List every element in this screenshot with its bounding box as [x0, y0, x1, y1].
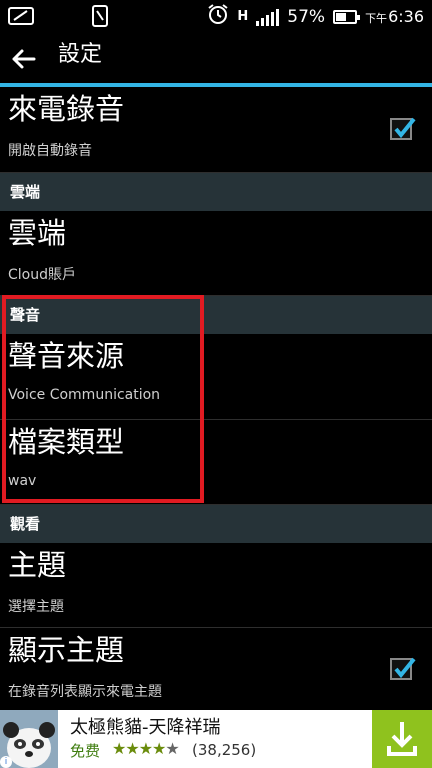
signal-icon — [256, 8, 280, 26]
clock-ampm: 下午 — [365, 12, 388, 25]
panda-app-icon: i — [0, 710, 58, 768]
download-icon — [372, 722, 432, 768]
setting-auto-record[interactable]: 來電錄音 開啟自動錄音 — [0, 87, 432, 173]
phone-icon — [92, 5, 108, 31]
setting-subtitle: 選擇主題 — [8, 599, 64, 615]
tablet-icon — [8, 7, 34, 29]
setting-subtitle: 開啟自動錄音 — [8, 143, 92, 159]
back-arrow-icon[interactable] — [8, 43, 40, 75]
setting-title: 來電錄音 — [8, 92, 125, 126]
setting-subtitle: 在錄音列表顯示來電主題 — [8, 684, 162, 700]
alarm-icon — [207, 3, 229, 30]
clock: 下午6:36 — [365, 7, 424, 26]
action-bar: 設定 — [0, 30, 432, 84]
page-title: 設定 — [58, 42, 103, 67]
ad-info-icon[interactable]: i — [0, 756, 12, 768]
setting-cloud[interactable]: 雲端 Cloud賬戶 — [0, 211, 432, 296]
rating-stars: ★★★★★ — [112, 739, 180, 758]
show-theme-checkbox[interactable] — [390, 657, 416, 680]
battery-percent: 57% — [287, 6, 326, 27]
setting-title: 雲端 — [8, 216, 67, 250]
ad-price: 免费 — [70, 742, 101, 760]
ad-title: 太極熊貓-天降祥瑞 — [70, 717, 221, 738]
ad-banner[interactable]: i 太極熊貓-天降祥瑞 免费 ★★★★★ (38,256) — [0, 710, 432, 768]
setting-subtitle: Cloud賬戶 — [8, 267, 76, 283]
setting-show-theme[interactable]: 顯示主題 在錄音列表顯示來電主題 — [0, 628, 432, 714]
star-icon: ★ — [138, 739, 153, 758]
setting-theme[interactable]: 主題 選擇主題 — [0, 543, 432, 628]
rating-count: (38,256) — [192, 741, 257, 759]
section-header-view: 觀看 — [0, 505, 432, 543]
auto-record-checkbox[interactable] — [390, 117, 416, 140]
setting-title: 顯示主題 — [8, 633, 125, 667]
star-icon: ★ — [125, 739, 139, 758]
star-icon: ★ — [112, 739, 126, 758]
setting-title: 主題 — [8, 548, 67, 582]
download-button[interactable] — [372, 710, 432, 768]
battery-icon — [333, 9, 361, 24]
clock-time: 6:36 — [388, 7, 424, 26]
highlight-box — [2, 295, 204, 503]
star-icon: ★ — [152, 739, 166, 758]
star-icon: ★ — [165, 739, 179, 758]
status-bar: H 57% 下午6:36 — [0, 0, 432, 30]
section-header-cloud: 雲端 — [0, 173, 432, 211]
network-type: H — [237, 9, 249, 24]
